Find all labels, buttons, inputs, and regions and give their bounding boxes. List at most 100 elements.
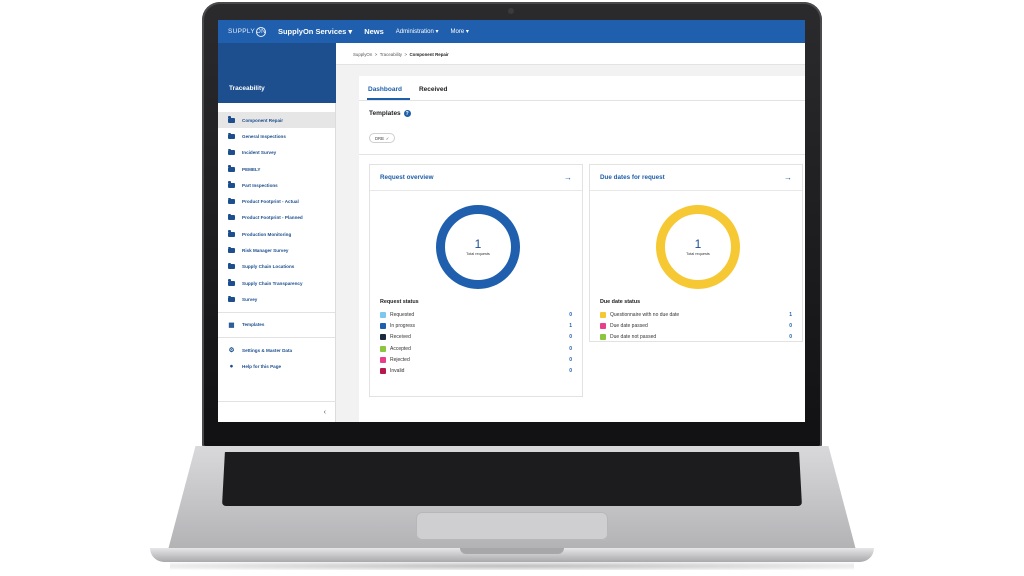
status-count[interactable]: 0 xyxy=(569,334,572,340)
sidebar-item-settings[interactable]: ⚙ Settings & Master Data xyxy=(218,342,335,358)
sidebar-item-label: Component Repair xyxy=(242,117,284,123)
sidebar-item-supply-chain-transparency[interactable]: Supply Chain Transparency xyxy=(218,275,335,291)
sidebar-item-label: Production Monitoring xyxy=(242,231,292,237)
nav-supplyon-services[interactable]: SupplyOn Services ▾ xyxy=(278,27,352,36)
sidebar-item-production-monitoring[interactable]: Production Monitoring xyxy=(218,226,335,242)
sidebar-item-supply-chain-locations[interactable]: Supply Chain Locations xyxy=(218,259,335,275)
sidebar-item-risk-manager-survey[interactable]: Risk Manager Survey xyxy=(218,242,335,258)
grid-icon: ▦ xyxy=(228,321,235,329)
color-swatch xyxy=(380,345,386,352)
sidebar-item-label: Part Inspections xyxy=(242,182,278,188)
donut-container: 1 Total requests xyxy=(370,191,582,289)
status-row-accepted[interactable]: Accepted 0 xyxy=(370,343,582,354)
status-row-due-date-not-passed[interactable]: Due date not passed 0 xyxy=(590,332,802,343)
sidebar-item-label: Supply Chain Locations xyxy=(242,264,295,270)
status-count[interactable]: 1 xyxy=(789,312,792,318)
sidebar-item-label: PEMELY xyxy=(242,166,261,172)
status-label: Due date not passed xyxy=(610,334,657,341)
nav-news[interactable]: News xyxy=(364,27,384,36)
status-list: Questionnaire with no due date 1 Due date… xyxy=(590,309,802,343)
supplyon-logo[interactable]: SUPPLY ON xyxy=(228,26,266,37)
color-swatch xyxy=(380,356,386,363)
card-title: Due dates for request xyxy=(600,174,665,181)
status-count[interactable]: 0 xyxy=(569,357,572,363)
laptop-keyboard xyxy=(222,452,802,506)
sidebar-item-component-repair[interactable]: Component Repair xyxy=(218,112,335,129)
status-label: Questionnaire with no due date xyxy=(610,311,680,318)
sidebar-item-help[interactable]: ● Help for this Page xyxy=(218,358,335,374)
color-swatch xyxy=(380,311,386,318)
breadcrumb-current: Component Repair xyxy=(409,52,449,57)
sidebar-item-product-footprint-actual[interactable]: Product Footprint - Actual xyxy=(218,193,335,209)
status-row-in-progress[interactable]: In progress 1 xyxy=(370,320,582,331)
donut-total-value: 1 xyxy=(694,237,702,251)
sidebar-item-general-inspections[interactable]: General Inspections xyxy=(218,128,335,144)
templates-section: Templates ? xyxy=(359,101,805,117)
status-count[interactable]: 0 xyxy=(569,346,572,352)
status-count[interactable]: 0 xyxy=(789,323,792,329)
status-count[interactable]: 1 xyxy=(569,323,572,329)
status-row-received[interactable]: Received 0 xyxy=(370,332,582,343)
status-label: Received xyxy=(390,334,411,341)
camera-icon xyxy=(508,8,514,14)
sidebar-item-label: Product Footprint - Planned xyxy=(242,215,303,221)
tab-dashboard[interactable]: Dashboard xyxy=(367,76,410,100)
tab-received[interactable]: Received xyxy=(418,76,456,100)
sidebar-item-pemely[interactable]: PEMELY xyxy=(218,161,335,177)
gear-icon: ⚙ xyxy=(228,347,235,354)
breadcrumb-supplyon[interactable]: SupplyOn xyxy=(353,52,372,57)
donut-container: 1 Total requests xyxy=(590,191,802,289)
due-dates-card: Due dates for request → 1 Total requests… xyxy=(589,164,803,342)
sidebar-item-part-inspections[interactable]: Part Inspections xyxy=(218,177,335,193)
status-label: Requested xyxy=(390,311,415,318)
sidebar-item-product-footprint-planned[interactable]: Product Footprint - Planned xyxy=(218,210,335,226)
sidebar-list: Component Repair General Inspections Inc… xyxy=(218,103,335,374)
card-title: Request overview xyxy=(380,174,434,181)
sidebar-item-templates[interactable]: ▦ Templates xyxy=(218,317,335,333)
nav-administration[interactable]: Administration ▾ xyxy=(396,28,439,35)
logo-text: SUPPLY xyxy=(228,28,255,35)
arrow-right-icon[interactable]: → xyxy=(564,173,572,182)
nav-more[interactable]: More ▾ xyxy=(450,28,468,35)
chevron-left-icon: ‹ xyxy=(323,408,326,416)
color-swatch xyxy=(600,334,606,341)
donut-chart: 1 Total requests xyxy=(656,205,740,289)
help-icon[interactable]: ? xyxy=(403,110,411,117)
status-row-requested[interactable]: Requested 0 xyxy=(370,309,582,320)
laptop-shadow xyxy=(170,562,854,570)
donut-total-value: 1 xyxy=(474,237,482,251)
folder-icon xyxy=(228,116,235,123)
laptop-notch xyxy=(460,548,564,554)
breadcrumb-traceability[interactable]: Traceability xyxy=(380,52,402,57)
sidebar-divider xyxy=(218,336,335,338)
status-row-rejected[interactable]: Rejected 0 xyxy=(370,354,582,365)
sidebar-item-label: Supply Chain Transparency xyxy=(242,280,303,286)
sidebar-item-label: Help for this Page xyxy=(242,363,282,369)
donut-chart: 1 Total requests xyxy=(436,205,520,289)
sidebar-item-label: Incident Survey xyxy=(242,150,277,156)
status-count[interactable]: 0 xyxy=(789,334,792,340)
status-title: Request status xyxy=(380,299,419,305)
sidebar-collapse-button[interactable]: ‹ xyxy=(218,401,336,422)
status-count[interactable]: 0 xyxy=(569,368,572,374)
donut-total-label: Total requests xyxy=(686,252,710,256)
sidebar-item-incident-survey[interactable]: Incident Survey xyxy=(218,145,335,161)
breadcrumb-separator: > xyxy=(374,52,378,57)
status-row-no-due-date[interactable]: Questionnaire with no due date 1 xyxy=(590,309,802,320)
status-row-due-date-passed[interactable]: Due date passed 0 xyxy=(590,320,802,331)
status-label: Due date passed xyxy=(610,322,648,329)
breadcrumb-separator: > xyxy=(404,52,408,57)
status-row-invalid[interactable]: Invalid 0 xyxy=(370,365,582,376)
status-title: Due date status xyxy=(600,299,641,305)
template-chip-drb[interactable]: DRB ✓ xyxy=(369,133,396,143)
sidebar: Component Repair General Inspections Inc… xyxy=(218,103,336,422)
sidebar-item-label: Risk Manager Survey xyxy=(242,248,289,254)
status-count[interactable]: 0 xyxy=(569,312,572,318)
card-header: Due dates for request → xyxy=(590,165,802,191)
arrow-right-icon[interactable]: → xyxy=(784,173,792,182)
status-label: In progress xyxy=(390,322,416,329)
sidebar-item-survey[interactable]: Survey xyxy=(218,291,335,307)
sidebar-item-label: Survey xyxy=(242,296,258,302)
folder-icon xyxy=(228,279,235,286)
folder-icon xyxy=(228,197,235,205)
